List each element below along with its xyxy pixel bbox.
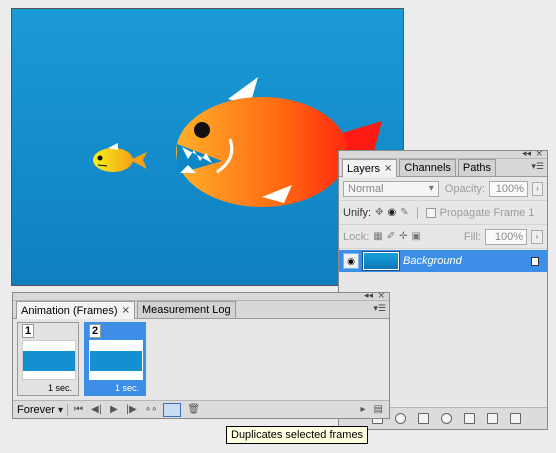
lock-icon	[531, 256, 539, 266]
animation-panel-titlebar[interactable]: ◂◂ ×	[13, 291, 389, 301]
trash-icon[interactable]: 🗑	[185, 404, 202, 415]
tab-label: Animation (Frames)	[21, 304, 118, 317]
small-fish	[93, 143, 147, 172]
divider	[67, 403, 68, 416]
play-icon[interactable]: ▶	[108, 404, 120, 415]
fill-label: Fill:	[463, 230, 481, 243]
animation-panel: ◂◂ × Animation (Frames) × Measurement Lo…	[12, 291, 390, 419]
blend-mode-value: Normal	[348, 182, 384, 195]
frame-number: 2	[89, 324, 102, 338]
tab-measurement-log[interactable]: Measurement Log	[136, 301, 236, 318]
blend-mode-select[interactable]: Normal ▾	[343, 180, 439, 197]
fill-field[interactable]: 100%	[485, 228, 527, 245]
layer-name: Background	[403, 255, 462, 267]
lock-all-icon[interactable]: ▣	[412, 231, 421, 242]
lock-pixels-icon[interactable]: ✐	[387, 231, 395, 242]
animation-tabs: Animation (Frames) × Measurement Log ▾☰	[13, 301, 389, 319]
opacity-field[interactable]: 100%	[489, 180, 528, 197]
lock-position-icon[interactable]: ✛	[399, 231, 407, 242]
frame-2[interactable]: 2 1 sec.	[84, 322, 146, 396]
panel-menu-icon[interactable]: ▾☰	[373, 304, 386, 314]
close-icon[interactable]: ×	[122, 305, 130, 316]
frame-delay[interactable]: 1 sec.	[48, 383, 72, 393]
lock-transparency-icon[interactable]: ▦	[373, 231, 382, 242]
panel-menu-icon[interactable]: ▾☰	[531, 162, 544, 172]
layers-panel-titlebar[interactable]: ◂◂ ×	[339, 149, 547, 159]
propagate-label: Propagate Frame 1	[439, 206, 535, 219]
chevron-down-icon: ▾	[428, 183, 434, 194]
tab-label: Measurement Log	[141, 304, 231, 316]
loop-select[interactable]: Forever ▾	[17, 404, 63, 416]
add-mask-icon[interactable]	[418, 413, 429, 424]
lock-row: Lock: ▦ ✐ ✛ ▣ Fill: 100% ›	[339, 225, 547, 249]
new-layer-icon[interactable]	[487, 413, 498, 424]
unify-position-icon[interactable]: ✥	[375, 207, 383, 218]
frame-number: 1	[22, 324, 35, 338]
previous-frame-icon[interactable]: ◀|	[89, 404, 104, 415]
adjustment-layer-icon[interactable]	[441, 413, 452, 424]
trash-icon[interactable]	[510, 413, 521, 424]
frames-strip: 1 1 sec. 2 1 sec.	[13, 319, 389, 396]
add-style-icon[interactable]	[395, 413, 406, 424]
loop-value: Forever	[17, 403, 55, 416]
collapse-icon[interactable]: ◂◂	[522, 149, 531, 159]
duplicate-frame-icon[interactable]	[163, 402, 182, 417]
unify-label: Unify:	[343, 206, 372, 219]
tab-label: Paths	[462, 162, 492, 174]
frame-delay[interactable]: 1 sec.	[115, 383, 139, 393]
chevron-down-icon: ▾	[57, 404, 63, 416]
convert-timeline-icon[interactable]: ▤	[372, 404, 385, 415]
frame-thumbnail	[22, 340, 76, 380]
first-frame-icon[interactable]: ⏮	[72, 404, 85, 415]
tab-label: Channels	[404, 162, 451, 174]
layer-row-background[interactable]: ◉ Background	[339, 250, 547, 272]
scroll-right-icon[interactable]: ▸	[359, 404, 368, 415]
tab-layers[interactable]: Layers ×	[342, 159, 398, 177]
tab-animation-frames[interactable]: Animation (Frames) ×	[16, 301, 135, 319]
blend-row: Normal ▾ Opacity: 100% ›	[339, 177, 547, 201]
next-frame-icon[interactable]: |▶	[124, 404, 139, 415]
opacity-label: Opacity:	[444, 182, 486, 195]
layers-tabs: Layers × Channels Paths ▾☰	[339, 159, 547, 177]
unify-style-icon[interactable]: ✎	[400, 207, 408, 218]
animation-controls: Forever ▾ ⏮ ◀| ▶ |▶ ∘∘ 🗑 ▸ ▤	[13, 400, 389, 418]
lock-label: Lock:	[343, 230, 370, 243]
close-panel-icon[interactable]: ×	[535, 149, 543, 159]
tab-label: Layers	[347, 162, 381, 175]
tab-paths[interactable]: Paths	[457, 159, 497, 176]
unify-visibility-icon[interactable]: ◉	[388, 207, 397, 218]
propagate-checkbox[interactable]	[425, 207, 436, 218]
new-group-icon[interactable]	[464, 413, 475, 424]
tween-icon[interactable]: ∘∘	[143, 404, 160, 415]
tooltip: Duplicates selected frames	[226, 426, 369, 444]
collapse-icon[interactable]: ◂◂	[364, 291, 373, 301]
opacity-slider-button[interactable]: ›	[531, 181, 543, 196]
unify-row: Unify: ✥ ◉ ✎ Propagate Frame 1	[339, 201, 547, 225]
tab-channels[interactable]: Channels	[399, 159, 456, 176]
frame-thumbnail	[89, 340, 143, 380]
layer-thumbnail	[362, 251, 400, 271]
close-panel-icon[interactable]: ×	[377, 291, 385, 301]
frame-1[interactable]: 1 1 sec.	[17, 322, 79, 396]
fill-slider-button[interactable]: ›	[531, 229, 543, 244]
close-icon[interactable]: ×	[384, 163, 392, 174]
divider	[416, 206, 418, 219]
eye-icon[interactable]: ◉	[343, 253, 359, 269]
